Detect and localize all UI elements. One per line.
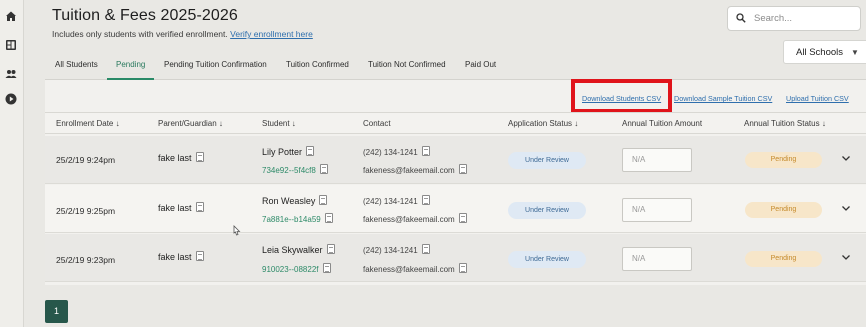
col-annual-tuition-status[interactable]: Annual Tuition Status ↓ [744,119,826,128]
email-text: fakeness@fakeemail.com [363,215,455,224]
upload-tuition-csv-link[interactable]: Upload Tuition CSV [786,94,849,103]
phone-text: (242) 134-1241 [363,197,418,206]
student-name: Leia Skywalker [262,244,335,255]
tuition-status-badge: Pending [745,152,822,168]
col-application-status[interactable]: Application Status ↓ [508,119,578,128]
student-name-text: Ron Weasley [262,196,316,206]
parent-name-text: fake last [158,203,192,213]
student-id-text: 734e92--5f4cf8 [262,166,316,175]
tab-all-students[interactable]: All Students [55,50,98,80]
contact-phone: (242) 134-1241 [363,244,430,255]
phone-text: (242) 134-1241 [363,246,418,255]
student-name: Lily Potter [262,146,315,157]
contact-email: fakeness@fakeemail.com [363,213,467,224]
col-annual-tuition-amount: Annual Tuition Amount [622,119,703,128]
document-icon[interactable] [306,146,315,156]
chevron-down-icon[interactable] [841,153,851,163]
document-icon[interactable] [458,164,467,174]
play-icon[interactable] [5,93,17,105]
search-input[interactable] [754,13,854,24]
application-status-badge: Under Review [508,251,586,268]
table-header: Enrollment Date ↓ Parent/Guardian ↓ Stud… [45,112,866,134]
parent-name: fake last [158,152,204,163]
document-icon[interactable] [195,152,204,162]
chevron-down-icon[interactable] [841,203,851,213]
status-tabs: All Students Pending Pending Tuition Con… [45,50,866,80]
table-row[interactable]: 25/2/19 9:25pm fake last Ron Weasley 7a8… [45,185,866,233]
table-row[interactable]: 25/2/19 9:23pm fake last Leia Skywalker … [45,234,866,282]
col-parent-guardian[interactable]: Parent/Guardian ↓ [158,119,223,128]
users-icon[interactable] [5,68,17,80]
student-id: 734e92--5f4cf8 [262,164,328,175]
dashboard-icon[interactable] [5,39,17,51]
document-icon[interactable] [195,251,204,261]
tab-tuition-not-confirmed[interactable]: Tuition Not Confirmed [368,50,446,80]
tuition-status-badge: Pending [745,251,822,267]
document-icon[interactable] [319,164,328,174]
page-title: Tuition & Fees 2025-2026 [52,7,238,24]
enrollment-date: 25/2/19 9:23pm [56,255,116,265]
search-box[interactable] [727,6,861,31]
tuition-amount-input[interactable]: N/A [622,148,692,172]
student-name: Ron Weasley [262,195,328,206]
document-icon[interactable] [421,244,430,254]
document-icon[interactable] [421,146,430,156]
document-icon[interactable] [195,202,204,212]
verify-enrollment-link[interactable]: Verify enrollment here [230,29,313,39]
tab-tuition-confirmed[interactable]: Tuition Confirmed [286,50,349,80]
parent-name: fake last [158,202,204,213]
subtitle-text: Includes only students with verified enr… [52,29,228,39]
chevron-down-icon[interactable] [841,252,851,262]
col-contact: Contact [363,119,391,128]
pagination-page-1[interactable]: 1 [45,300,68,323]
document-icon[interactable] [458,213,467,223]
tuition-amount-input[interactable]: N/A [622,198,692,222]
tuition-status-badge: Pending [745,202,822,218]
contact-email: fakeness@fakeemail.com [363,263,467,274]
table-row[interactable]: 25/2/19 9:24pm fake last Lily Potter 734… [45,136,866,184]
student-id: 910023--08822f [262,263,331,274]
tab-paid-out[interactable]: Paid Out [465,50,496,80]
enrollment-date: 25/2/19 9:25pm [56,206,116,216]
search-icon [736,10,746,28]
document-icon[interactable] [319,195,328,205]
pointer-cursor-icon [232,224,242,236]
email-text: fakeness@fakeemail.com [363,265,455,274]
download-sample-tuition-csv-link[interactable]: Download Sample Tuition CSV [674,94,772,103]
phone-text: (242) 134-1241 [363,148,418,157]
student-id-text: 910023--08822f [262,265,319,274]
application-status-badge: Under Review [508,202,586,219]
student-id: 7a881e--b14a59 [262,213,333,224]
student-name-text: Lily Potter [262,147,303,157]
col-enrollment-date[interactable]: Enrollment Date ↓ [56,119,120,128]
parent-name-text: fake last [158,252,192,262]
parent-name-text: fake last [158,153,192,163]
contact-phone: (242) 134-1241 [363,146,430,157]
highlight-annotation-box [571,79,672,113]
enrollment-date: 25/2/19 9:24pm [56,155,116,165]
email-text: fakeness@fakeemail.com [363,166,455,175]
parent-name: fake last [158,251,204,262]
document-icon[interactable] [322,263,331,273]
page-subtitle: Includes only students with verified enr… [52,29,313,39]
home-icon[interactable] [5,10,17,22]
left-nav-rail [0,0,24,327]
student-name-text: Leia Skywalker [262,245,323,255]
document-icon[interactable] [324,213,333,223]
document-icon[interactable] [458,263,467,273]
document-icon[interactable] [326,244,335,254]
application-status-badge: Under Review [508,152,586,169]
contact-phone: (242) 134-1241 [363,195,430,206]
contact-email: fakeness@fakeemail.com [363,164,467,175]
col-student[interactable]: Student ↓ [262,119,296,128]
tab-pending[interactable]: Pending [107,50,155,80]
tab-pending-tuition-confirmation[interactable]: Pending Tuition Confirmation [164,50,267,80]
document-icon[interactable] [421,195,430,205]
student-id-text: 7a881e--b14a59 [262,215,321,224]
tuition-amount-input[interactable]: N/A [622,247,692,271]
